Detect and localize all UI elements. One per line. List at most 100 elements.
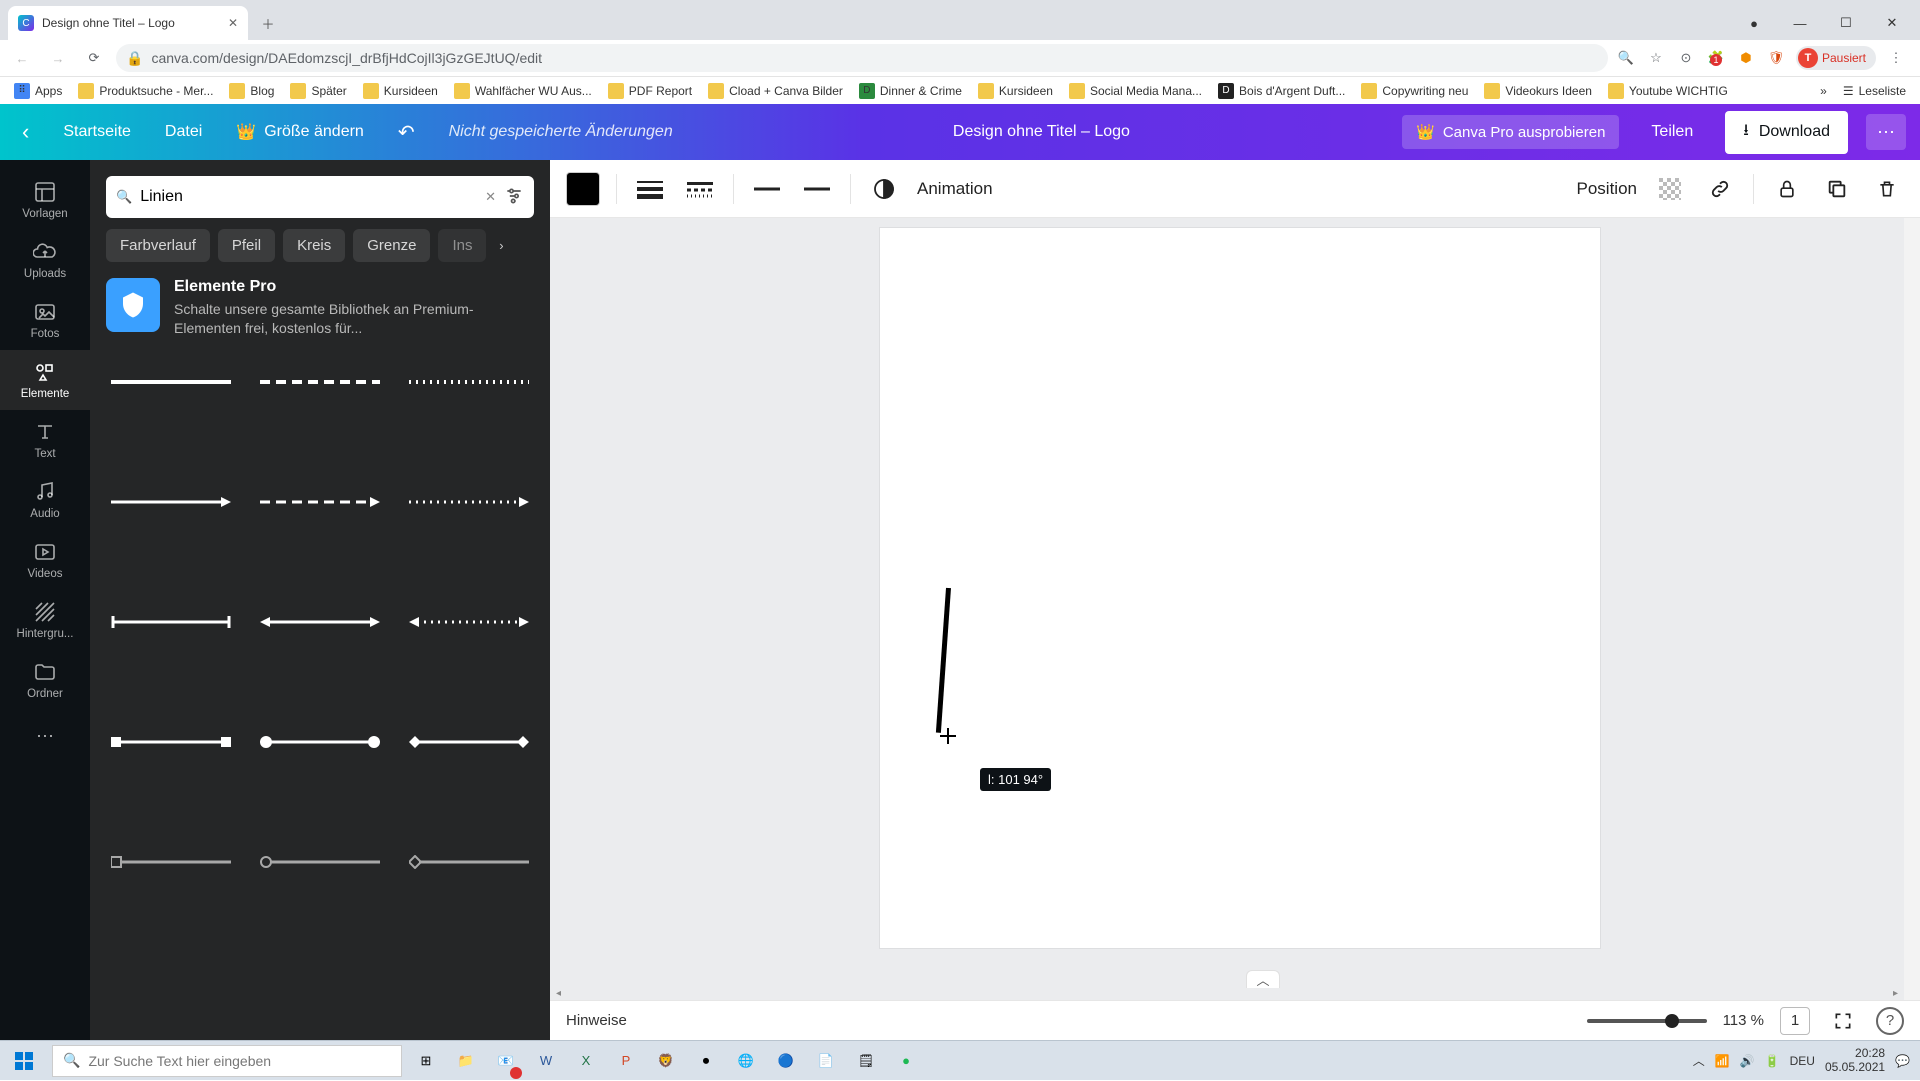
bookmark-item[interactable]: Social Media Mana... <box>1063 80 1208 102</box>
chips-next-icon[interactable]: › <box>486 228 516 262</box>
page-indicator[interactable]: 1 <box>1780 1007 1810 1035</box>
position-button[interactable]: Position <box>1577 179 1637 199</box>
filter-chip[interactable]: Kreis <box>283 229 345 262</box>
taskbar-word-icon[interactable]: W <box>526 1041 566 1081</box>
zoom-value[interactable]: 113 % <box>1723 1012 1764 1029</box>
filter-icon[interactable] <box>504 186 524 209</box>
taskbar-search[interactable]: 🔍Zur Suche Text hier eingeben <box>52 1045 402 1077</box>
extension-honey-icon[interactable]: ⬢ <box>1736 48 1756 68</box>
line-element-bar-end[interactable] <box>102 602 239 642</box>
tray-volume-icon[interactable]: 🔊 <box>1740 1054 1755 1068</box>
canvas-area[interactable]: l: 101 94° ︿ ◂▸ <box>550 218 1904 1000</box>
scroll-right-icon[interactable]: ▸ <box>1893 988 1898 999</box>
nav-reload-button[interactable]: ⟳ <box>80 44 108 72</box>
taskbar-notepad-icon[interactable]: 🗒 <box>846 1041 886 1081</box>
more-menu-button[interactable]: ⋯ <box>1866 114 1906 150</box>
bookmark-item[interactable]: DBois d'Argent Duft... <box>1212 80 1351 102</box>
tray-notifications-icon[interactable]: 💬 <box>1895 1054 1910 1068</box>
reader-icon[interactable]: ⊙ <box>1676 48 1696 68</box>
arrow-element-dashed[interactable] <box>251 482 388 522</box>
bookmark-item[interactable]: PDF Report <box>602 80 698 102</box>
reading-list-button[interactable]: ☰Leseliste <box>1837 81 1912 101</box>
artboard[interactable]: l: 101 94° <box>880 228 1600 948</box>
bookmark-item[interactable]: Blog <box>223 80 280 102</box>
line-element-dashed[interactable] <box>251 362 388 402</box>
account-dot-icon[interactable]: ● <box>1732 8 1776 38</box>
share-button[interactable]: Teilen <box>1637 115 1707 149</box>
bookmark-item[interactable]: Videokurs Ideen <box>1478 80 1598 102</box>
animation-button[interactable]: Animation <box>917 179 993 199</box>
search-input[interactable] <box>140 188 477 206</box>
rail-uploads[interactable]: Uploads <box>0 230 90 290</box>
resize-button[interactable]: 👑Größe ändern <box>228 116 372 148</box>
zoom-icon[interactable]: 🔍 <box>1616 48 1636 68</box>
rail-folders[interactable]: Ordner <box>0 650 90 710</box>
taskbar-spotify-icon[interactable]: ● <box>886 1041 926 1081</box>
taskbar-app-icon[interactable]: 📄 <box>806 1041 846 1081</box>
undo-button[interactable]: ↶ <box>390 114 423 151</box>
filter-chip[interactable]: Pfeil <box>218 229 275 262</box>
nav-back-button[interactable]: ← <box>8 44 36 72</box>
extension-shield-icon[interactable]: 🛡 <box>1766 48 1786 68</box>
address-bar[interactable]: 🔒 canva.com/design/DAEdomzscjI_drBfjHdCo… <box>116 44 1608 72</box>
window-close-icon[interactable]: ✕ <box>1870 8 1914 38</box>
zoom-slider[interactable] <box>1587 1019 1707 1023</box>
line-element-solid[interactable] <box>102 362 239 402</box>
file-menu[interactable]: Datei <box>157 117 210 147</box>
notes-button[interactable]: Hinweise <box>566 1012 627 1029</box>
canva-pro-button[interactable]: 👑Canva Pro ausprobieren <box>1402 115 1619 149</box>
taskbar-brave-icon[interactable]: 🦁 <box>646 1041 686 1081</box>
arrow-element-solid[interactable] <box>102 482 239 522</box>
taskbar-explorer-icon[interactable]: 📁 <box>446 1041 486 1081</box>
browser-tab[interactable]: C Design ohne Titel – Logo ✕ <box>8 6 248 40</box>
arrow-element-dotted[interactable] <box>401 482 538 522</box>
rail-audio[interactable]: Audio <box>0 470 90 530</box>
new-tab-button[interactable]: ＋ <box>254 9 282 37</box>
back-home-icon[interactable]: ‹ <box>14 113 37 151</box>
arrow-element-double-dotted[interactable] <box>401 602 538 642</box>
tab-close-icon[interactable]: ✕ <box>228 16 238 30</box>
start-button[interactable] <box>0 1041 48 1081</box>
apps-button[interactable]: ⠿Apps <box>8 80 68 102</box>
bookmark-item[interactable]: Wahlfächer WU Aus... <box>448 80 598 102</box>
link-icon[interactable] <box>1703 172 1737 206</box>
fullscreen-icon[interactable] <box>1826 1004 1860 1038</box>
taskbar-chrome-icon[interactable]: 🌐 <box>726 1041 766 1081</box>
rail-templates[interactable]: Vorlagen <box>0 170 90 230</box>
scroll-left-icon[interactable]: ◂ <box>556 988 561 999</box>
arrow-element-double[interactable] <box>251 602 388 642</box>
download-button[interactable]: ⭳Download <box>1725 111 1848 154</box>
bookmark-overflow[interactable]: » <box>1814 81 1833 101</box>
rail-background[interactable]: Hintergru... <box>0 590 90 650</box>
taskbar-obs-icon[interactable]: ⏺ <box>686 1041 726 1081</box>
line-element-more[interactable] <box>102 842 239 882</box>
taskbar-edge-icon[interactable]: 🔵 <box>766 1041 806 1081</box>
tray-language[interactable]: DEU <box>1790 1054 1815 1068</box>
rail-photos[interactable]: Fotos <box>0 290 90 350</box>
bookmark-item[interactable]: Youtube WICHTIG <box>1602 80 1734 102</box>
tray-network-icon[interactable]: 📶 <box>1715 1054 1730 1068</box>
bookmark-item[interactable]: Cload + Canva Bilder <box>702 80 849 102</box>
line-color-swatch[interactable] <box>566 172 600 206</box>
bookmark-item[interactable]: Kursideen <box>972 80 1059 102</box>
filter-chip[interactable]: Farbverlauf <box>106 229 210 262</box>
line-element-circle-ends[interactable] <box>251 722 388 762</box>
filter-chip[interactable]: Grenze <box>353 229 430 262</box>
window-minimize-icon[interactable]: — <box>1778 8 1822 38</box>
filter-chip[interactable]: Ins <box>438 229 486 262</box>
bookmark-item[interactable]: Produktsuche - Mer... <box>72 80 219 102</box>
nav-forward-button[interactable]: → <box>44 44 72 72</box>
line-weight-icon[interactable] <box>633 172 667 206</box>
taskbar-mail-icon[interactable]: 📧 <box>486 1041 526 1081</box>
line-start-icon[interactable] <box>750 172 784 206</box>
bookmark-item[interactable]: Kursideen <box>357 80 444 102</box>
rail-text[interactable]: Text <box>0 410 90 470</box>
profile-chip[interactable]: T Pausiert <box>1796 46 1876 70</box>
line-shape[interactable] <box>936 588 951 733</box>
tray-battery-icon[interactable]: 🔋 <box>1765 1054 1780 1068</box>
lock-icon[interactable] <box>1770 172 1804 206</box>
tray-clock[interactable]: 20:2805.05.2021 <box>1825 1047 1885 1073</box>
line-element-square-ends[interactable] <box>102 722 239 762</box>
line-element-diamond-ends[interactable] <box>401 722 538 762</box>
transparency-icon[interactable] <box>1653 172 1687 206</box>
